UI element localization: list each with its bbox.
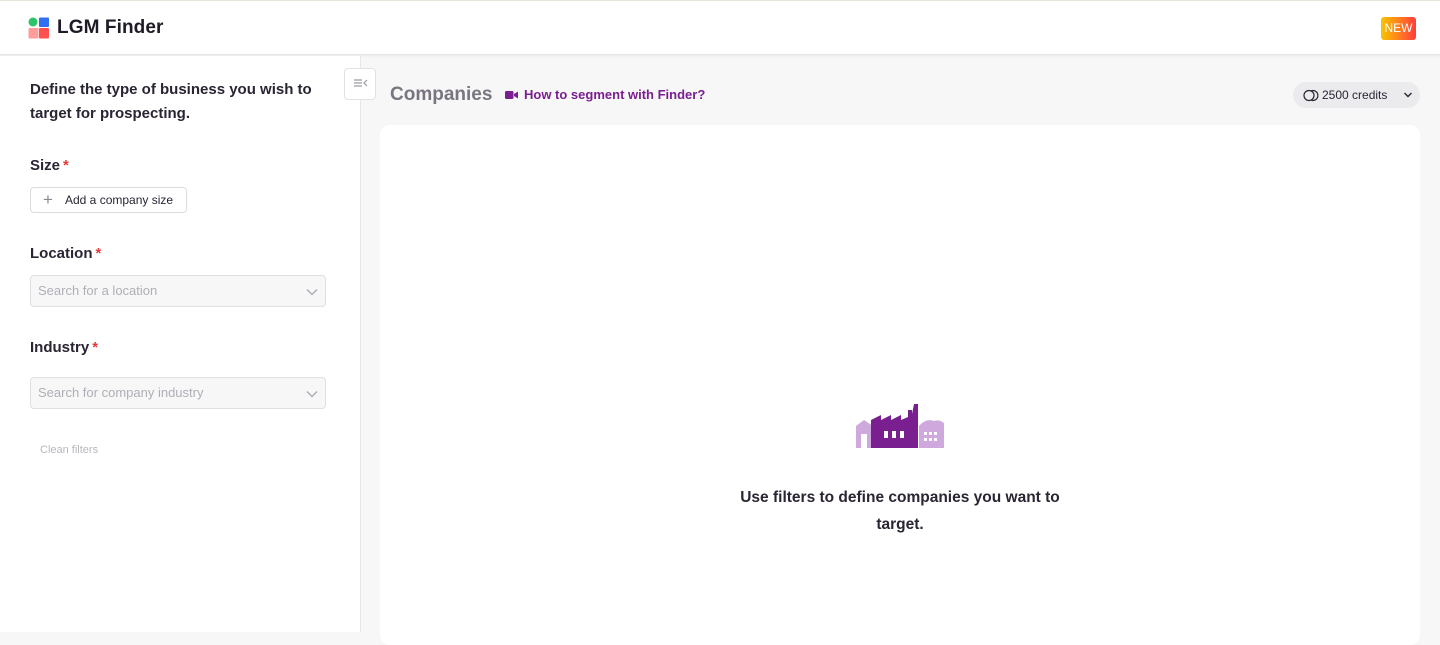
industry-label-text: Industry bbox=[30, 339, 90, 356]
add-company-size-label: Add a company size bbox=[65, 193, 174, 207]
factory-illustration bbox=[856, 404, 944, 448]
collapse-sidebar-icon bbox=[354, 79, 368, 87]
coins-icon bbox=[1303, 89, 1319, 102]
location-placeholder: Search for a location bbox=[38, 283, 158, 298]
location-select[interactable]: Search for a location bbox=[30, 275, 326, 307]
location-label: Location * bbox=[30, 245, 101, 262]
video-camera-icon bbox=[505, 91, 518, 99]
industry-label: Industry * bbox=[30, 339, 98, 356]
add-company-size-button[interactable]: + Add a company size bbox=[30, 187, 187, 213]
clean-filters-link[interactable]: Clean filters bbox=[40, 444, 98, 456]
size-label: Size * bbox=[30, 157, 69, 174]
industry-select[interactable]: Search for company industry bbox=[30, 377, 326, 409]
location-label-text: Location bbox=[30, 245, 93, 262]
how-to-segment-link[interactable]: How to segment with Finder? bbox=[505, 87, 705, 102]
how-to-segment-label: How to segment with Finder? bbox=[524, 87, 706, 102]
collapse-sidebar-button[interactable] bbox=[344, 68, 376, 100]
required-mark: * bbox=[95, 245, 102, 262]
page-title: Companies bbox=[390, 84, 493, 105]
industry-placeholder: Search for company industry bbox=[38, 385, 204, 400]
required-mark: * bbox=[63, 157, 69, 174]
filters-intro: Define the type of business you wish to … bbox=[30, 81, 312, 122]
results-panel bbox=[380, 125, 1420, 645]
app-title: LGM Finder bbox=[57, 17, 164, 38]
required-mark: * bbox=[92, 339, 99, 356]
new-badge[interactable]: NEW bbox=[1381, 17, 1416, 40]
chevron-down-icon bbox=[306, 390, 318, 398]
chevron-down-icon bbox=[306, 288, 318, 296]
plus-icon: + bbox=[43, 190, 53, 209]
credits-dropdown[interactable]: 2500 credits bbox=[1293, 82, 1420, 108]
lgm-logo-icon[interactable] bbox=[28, 17, 50, 39]
credits-label: 2500 credits bbox=[1322, 88, 1388, 102]
chevron-down-icon bbox=[1404, 92, 1412, 98]
top-bar: LGM Finder NEW bbox=[0, 0, 1440, 55]
empty-state-message: Use filters to define companies you want… bbox=[740, 489, 1060, 533]
size-label-text: Size bbox=[30, 157, 61, 174]
